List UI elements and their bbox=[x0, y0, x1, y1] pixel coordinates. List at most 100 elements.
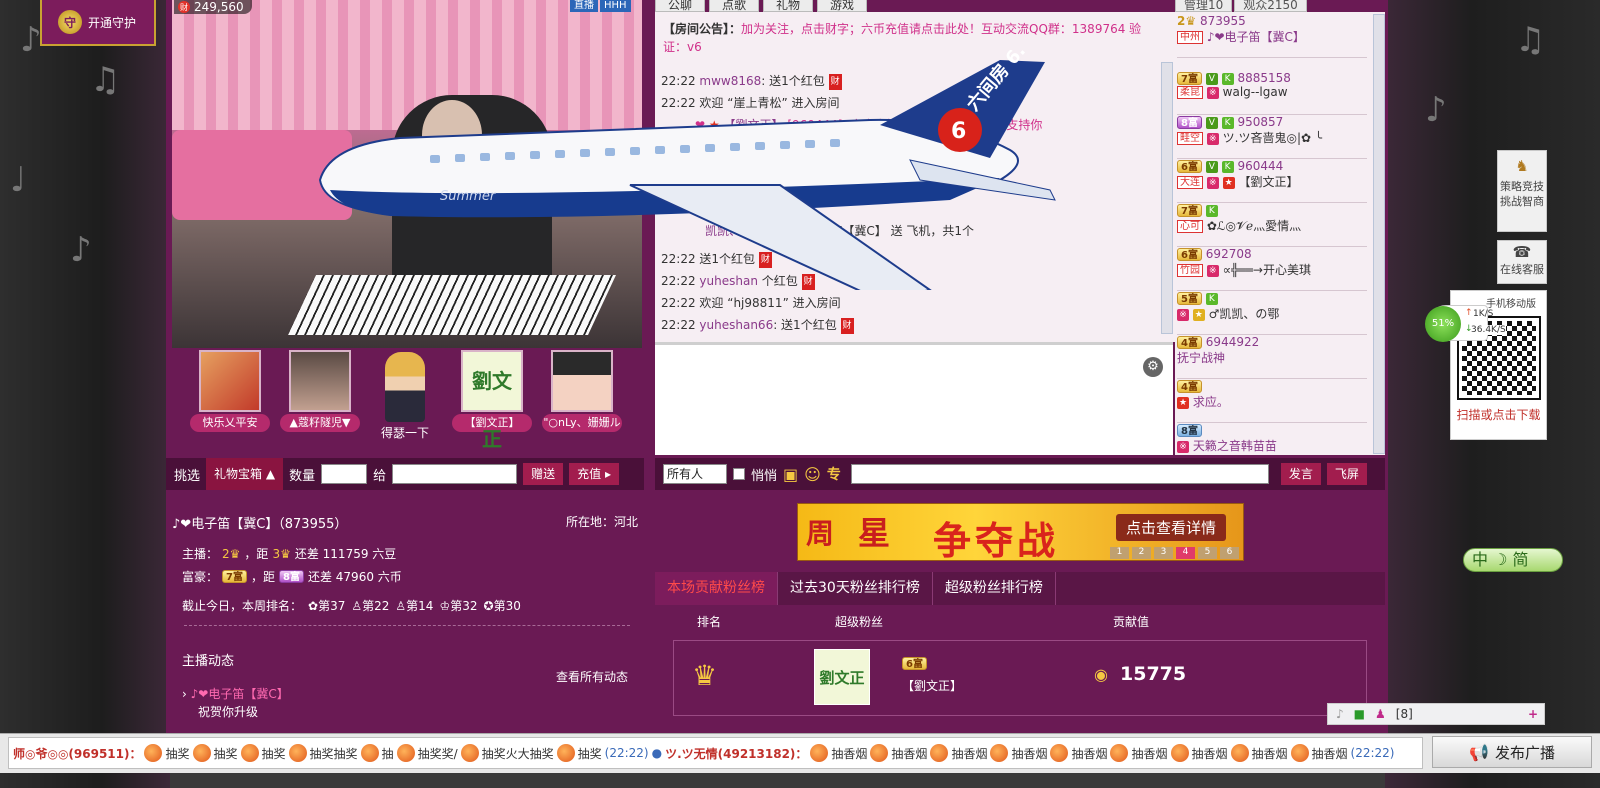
banner-pager: 1 2 3 4 5 6 bbox=[1110, 547, 1239, 559]
airplane-gift-icon: 6 六间房 6.cn Summer bbox=[318, 50, 1056, 290]
music-note-decoration: ♫ bbox=[1515, 20, 1546, 60]
tab-admins[interactable]: 管理10 bbox=[1175, 0, 1233, 12]
scan-download-link[interactable]: 扫描或点击下载 bbox=[1451, 406, 1546, 423]
emoji-icon[interactable]: ☺ bbox=[804, 465, 821, 484]
fan-card[interactable]: 劉文正 【劉文正】 bbox=[452, 350, 532, 451]
user-list: 2♛ 873955 中州 ♪❤电子笛【冀C】 7富 V K 8885158 柔昆 ※… bbox=[1175, 12, 1385, 455]
tab-super-fans[interactable]: 超级粉丝排行榜 bbox=[933, 572, 1056, 605]
recharge-button[interactable]: 充值 ▸ bbox=[569, 463, 619, 485]
lottery-emoji-icon bbox=[1230, 744, 1249, 762]
fan-card[interactable]: ▲蔻籽隧児▼ bbox=[280, 350, 360, 432]
user-row[interactable]: 6富 V K 960444 大连 ※ ★ 【劉文正】 bbox=[1177, 159, 1367, 203]
upload-arrow-icon: ↑ bbox=[1465, 308, 1473, 318]
tab-30day-fans[interactable]: 过去30天粉丝排行榜 bbox=[778, 572, 933, 605]
user-row[interactable]: 6富 692708 竹园 ※ ∝╬══→开心美琪 bbox=[1177, 247, 1367, 291]
lottery-emoji-icon bbox=[396, 744, 415, 762]
user-row[interactable]: 8富 V K 950857 畦空 ※ ツ.ツ吝啬鬼◎|✿ ╰ bbox=[1177, 115, 1367, 159]
chat-message: 22:22 yuheshan66: 送1个红包 财 bbox=[661, 317, 854, 334]
whisper-checkbox[interactable] bbox=[733, 468, 745, 480]
svg-text:6: 6 bbox=[951, 119, 966, 144]
open-guard-button[interactable]: 守 开通守护 bbox=[40, 0, 156, 46]
rich-level-row: 富豪： 7富 ，距 8富 还差 47960 六币 bbox=[182, 570, 402, 584]
strategy-game-widget[interactable]: ♞ 策略竞技挑战智商 bbox=[1497, 150, 1547, 232]
chat-input[interactable] bbox=[850, 464, 1269, 484]
user-row[interactable]: 4富 6944922 抚宁战神 bbox=[1177, 335, 1367, 379]
phone-icon: ☎ bbox=[1512, 243, 1532, 261]
plus-icon[interactable]: + bbox=[1528, 707, 1538, 721]
svg-text:Summer: Summer bbox=[440, 189, 497, 204]
view-all-dynamic-link[interactable]: 查看所有动态 bbox=[556, 668, 628, 685]
tab-audience[interactable]: 观众2150 bbox=[1234, 0, 1307, 12]
fan-avatar: 劉文正 bbox=[814, 649, 870, 705]
input-method-indicator[interactable]: 中 ☽ 简 bbox=[1463, 548, 1563, 572]
user-row[interactable]: 7富 K 心可 ✿ℒ◎𝓥ℯ灬愛情灬 bbox=[1177, 203, 1367, 247]
private-chat-area[interactable]: ⚙ bbox=[655, 342, 1173, 455]
anchor-level-row: 主播： 2♛ ，距 3♛ 还差 111759 六豆 bbox=[182, 546, 397, 562]
video-tags: 直播 HHH bbox=[570, 0, 631, 12]
fan-avatar bbox=[289, 350, 351, 412]
weekly-star-banner[interactable]: 周 星 争夺战 点击查看详情 1 2 3 4 5 6 bbox=[797, 503, 1244, 561]
rich-badge-icon: 7富 bbox=[1177, 72, 1202, 85]
music-note-decoration: ♪ bbox=[70, 230, 92, 270]
target-select[interactable]: 所有人 bbox=[663, 464, 727, 484]
send-message-button[interactable]: 发言 bbox=[1280, 463, 1321, 485]
fan-avatar bbox=[551, 350, 613, 412]
crown-icon: 2♛ bbox=[222, 546, 241, 561]
tab-song[interactable]: 点歌 bbox=[709, 0, 760, 12]
fan-card[interactable]: 得瑟一下 bbox=[365, 350, 445, 441]
tab-current-fans[interactable]: 本场贡献粉丝榜 bbox=[655, 572, 778, 605]
vip-emoji-icon[interactable]: 专 bbox=[827, 464, 841, 484]
people-counter[interactable]: ♪ ■ ♟ [8] + bbox=[1327, 703, 1545, 725]
quantity-input[interactable] bbox=[321, 464, 368, 484]
network-monitor: 51% ↑ 1K/S ↓ 36.4K/S bbox=[1425, 305, 1506, 342]
recipient-input[interactable] bbox=[392, 464, 518, 484]
status-icon: ■ bbox=[1353, 707, 1366, 721]
music-note-decoration: ♪ bbox=[1425, 90, 1447, 130]
user-list-scrollbar[interactable] bbox=[1373, 14, 1385, 454]
user-row[interactable]: 5富 K ※ ★ ♂凯凯、の鄂 bbox=[1177, 291, 1367, 335]
rank-icon: ♙第22 bbox=[351, 599, 390, 613]
music-note-decoration: ♪ bbox=[20, 20, 42, 60]
fly-screen-button[interactable]: 飞屏 bbox=[1326, 463, 1367, 485]
crown-icon: ♛ bbox=[692, 659, 718, 692]
dynamic-item[interactable]: › ♪❤电子笛【冀C】 bbox=[182, 685, 289, 702]
tab-gift[interactable]: 礼物 bbox=[763, 0, 814, 12]
fan-card[interactable]: 快乐乂平安 bbox=[190, 350, 270, 432]
rich-badge-icon: 4富 bbox=[1177, 380, 1202, 393]
tab-game[interactable]: 游戏 bbox=[817, 0, 868, 12]
fan-card[interactable]: "○nLy、姗姗ル bbox=[542, 350, 622, 432]
chat-scrollbar[interactable] bbox=[1161, 62, 1173, 334]
publish-broadcast-button[interactable]: 📢 发布广播 bbox=[1432, 736, 1592, 768]
rich-badge-icon: 6富 bbox=[1177, 248, 1202, 261]
tab-public-chat[interactable]: 公聊 bbox=[655, 0, 706, 12]
send-gift-button[interactable]: 赠送 bbox=[523, 463, 564, 485]
chat-message: 22:22 欢迎 “hj98811” 进入房间 bbox=[661, 296, 841, 310]
image-icon[interactable]: ▣ bbox=[783, 465, 798, 484]
settings-gear-icon[interactable]: ⚙ bbox=[1143, 357, 1163, 377]
rank-icon: ✪第30 bbox=[483, 599, 521, 613]
sound-icon[interactable]: ♪ bbox=[1336, 707, 1344, 721]
rank-header: 排名 bbox=[697, 615, 722, 629]
user-row[interactable]: 8富 ※ 天籁之音韩苗苗 bbox=[1177, 423, 1367, 455]
user-row[interactable]: 7富 V K 8885158 柔昆 ※ walg--lgaw bbox=[1177, 71, 1367, 115]
fan-label: 得瑟一下 bbox=[380, 426, 429, 440]
red-envelope-icon: 财 bbox=[840, 317, 854, 334]
user-icon: ♟ bbox=[1375, 707, 1386, 721]
music-note-decoration: ♩ bbox=[10, 160, 27, 200]
anchor-profile: ♪❤电子笛【冀C】（873955） 所在地：河北 主播： 2♛ ，距 3♛ 还差… bbox=[166, 505, 644, 740]
rank-icon: ♙第14 bbox=[395, 599, 434, 613]
lottery-emoji-icon bbox=[810, 744, 829, 762]
to-label: 给 bbox=[373, 468, 387, 484]
lottery-emoji-icon bbox=[192, 744, 211, 762]
view-details-button[interactable]: 点击查看详情 bbox=[1116, 514, 1227, 541]
wealth-icon: 财 bbox=[178, 1, 190, 13]
coin-icon: ◉ bbox=[1094, 665, 1108, 684]
user-row[interactable]: 4富 ★ 求应。 bbox=[1177, 379, 1367, 423]
user-row[interactable]: 2♛ 873955 中州 ♪❤电子笛【冀C】 bbox=[1177, 14, 1367, 58]
table-row[interactable]: ♛ 劉文正 6富 【劉文正】 ◉ 15775 bbox=[673, 640, 1367, 716]
online-service-button[interactable]: ☎ 在线客服 bbox=[1497, 240, 1547, 284]
dynamic-title: 主播动态 bbox=[182, 654, 235, 669]
broadcast-ticker[interactable]: 师◎爷◎◎(969511)： 抽奖 抽奖 抽奖 抽奖抽奖 抽 抽奖奖/ 抽奖火大… bbox=[8, 737, 1423, 769]
whisper-label: 悄悄 bbox=[751, 468, 778, 484]
gift-box-button[interactable]: 礼物宝箱 ▲ bbox=[206, 458, 284, 490]
